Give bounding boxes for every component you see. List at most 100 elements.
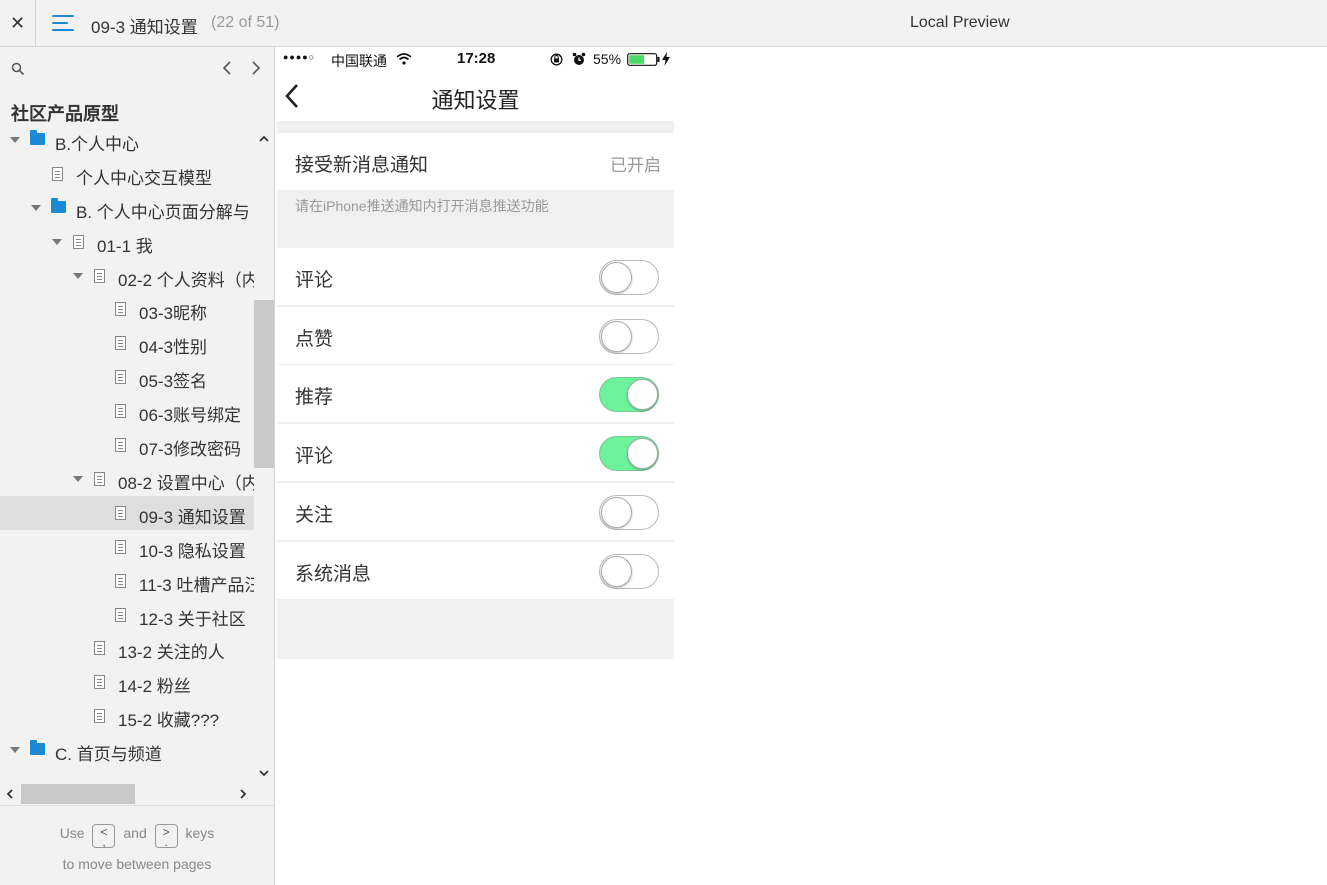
preview-label: Local Preview [910, 14, 1010, 31]
toggle-switch[interactable] [599, 377, 659, 413]
alarm-icon [572, 52, 586, 65]
toggle-switch[interactable] [599, 436, 659, 472]
page-icon [94, 709, 105, 724]
tree-page[interactable]: 05-3签名 [0, 360, 254, 394]
sitemap-sidebar: 社区产品原型 09-3创建群B.个人中心个人中心交互模型B. 个人中心页面分解与… [0, 47, 275, 885]
carrier-name: 中国联通 [331, 53, 387, 69]
tree-page[interactable]: 01-1 我 [0, 225, 254, 259]
push-hint-text: 请在iPhone推送通知内打开消息推送功能 [295, 198, 549, 214]
page-icon [73, 234, 84, 249]
tree-page[interactable]: 07-3修改密码 [0, 428, 254, 462]
page-icon [94, 675, 105, 690]
charging-bolt-icon [662, 52, 670, 66]
tree-item-label: B. 个人中心页面分解与 [76, 202, 250, 222]
toggle-knob [627, 379, 658, 411]
tree-item-label: 04-3性别 [139, 338, 208, 358]
page-icon [115, 302, 126, 317]
battery-icon [627, 53, 660, 66]
phone-preview: ●●●●○ 中国联通 17:28 55% 通知设置 接受新消息通知 已开启 请在… [277, 47, 674, 659]
previous-page-icon[interactable] [220, 59, 234, 77]
tree-item-label: 07-3修改密码 [139, 440, 242, 459]
tree-item-label: 02-2 个人资料（内 [118, 270, 254, 290]
keyboard-help: Use < , and > . keys to move between pag… [0, 805, 274, 885]
help-keys-text: keys [185, 825, 215, 841]
tree-item-label: 08-2 设置中心（内 [118, 473, 254, 493]
folder-icon [51, 197, 66, 213]
tree-item-label: 03-3昵称 [139, 304, 208, 324]
help-and-text: and [123, 825, 147, 841]
receive-notifications-row[interactable]: 接受新消息通知 已开启 [277, 133, 674, 190]
tree-page[interactable]: 06-3账号绑定 [0, 394, 254, 428]
tree-page[interactable]: 13-2 关注的人 [0, 631, 254, 665]
vertical-scrollbar[interactable] [254, 127, 274, 809]
notification-toggle-row: 评论 [277, 424, 674, 482]
tree-item-label: 09-3创建群 [118, 119, 203, 121]
page-icon [94, 641, 105, 656]
expand-toggle-icon[interactable] [73, 272, 83, 279]
sitemap-menu-icon[interactable] [52, 13, 74, 33]
notification-toggle-row: 点赞 [277, 306, 674, 364]
receive-notifications-label: 接受新消息通知 [295, 155, 429, 176]
vertical-scroll-thumb[interactable] [254, 300, 274, 468]
toggle-knob [601, 262, 632, 293]
expand-toggle-icon[interactable] [52, 238, 62, 245]
nav-bar: 通知设置 [277, 71, 674, 121]
folder-icon [30, 129, 45, 145]
tree-folder[interactable]: C. 首页与频道 [0, 733, 254, 767]
horizontal-scroll-thumb[interactable] [21, 784, 135, 804]
notification-toggle-row: 关注 [277, 482, 674, 540]
toggle-switch[interactable] [599, 318, 659, 354]
expand-toggle-icon[interactable] [31, 204, 41, 211]
expand-toggle-icon[interactable] [10, 747, 20, 754]
help-line-2: to move between pages [62, 856, 212, 872]
signal-strength-icon: ●●●●○ [283, 52, 316, 62]
sitemap-tree: 09-3创建群 B.个人中心个人中心交互模型 B. 个人中心页面分解与 01-1 我 0… [0, 119, 254, 784]
wifi-icon [396, 53, 412, 65]
toggle-knob [627, 438, 658, 470]
tree-page[interactable]: 09-3 通知设置 [0, 495, 254, 530]
toggle-knob [601, 555, 632, 587]
expand-toggle-icon[interactable] [73, 475, 83, 482]
next-page-icon[interactable] [249, 59, 263, 77]
notification-toggle-row: 评论 [277, 248, 674, 305]
tree-page[interactable]: 08-2 设置中心（内 [0, 462, 254, 496]
scroll-right-icon[interactable] [237, 788, 249, 800]
tree-item-label: 01-1 我 [97, 236, 153, 256]
close-icon: ✕ [9, 12, 26, 33]
tree-item-label: C. 首页与频道 [55, 745, 162, 765]
toggle-label: 点赞 [295, 328, 334, 350]
tree-item-label: 13-2 关注的人 [118, 643, 225, 663]
toggle-switch[interactable] [599, 260, 659, 295]
expand-toggle-icon[interactable] [10, 136, 20, 143]
tree-page[interactable]: 12-3 关于社区 [0, 598, 254, 632]
tree-page[interactable]: 04-3性别 [0, 326, 254, 360]
tree-page[interactable]: 11-3 吐槽产品汪 [0, 564, 254, 598]
close-button[interactable]: ✕ [0, 0, 36, 46]
tree-folder[interactable]: B. 个人中心页面分解与 [0, 191, 254, 225]
horizontal-scrollbar[interactable] [0, 784, 254, 806]
scroll-up-icon[interactable] [258, 133, 270, 145]
search-icon[interactable] [11, 62, 25, 76]
page-icon [115, 607, 126, 622]
page-icon [115, 438, 126, 452]
toggle-label: 推荐 [295, 387, 334, 409]
tree-page[interactable]: 个人中心交互模型 [0, 157, 254, 191]
tree-item-label: 05-3签名 [139, 372, 208, 392]
page-icon [94, 268, 105, 283]
tree-page[interactable]: 02-2 个人资料（内 [0, 259, 254, 293]
tree-page[interactable]: 15-2 收藏??? [0, 699, 254, 733]
tree-page[interactable]: 14-2 粉丝 [0, 665, 254, 699]
toggle-switch[interactable] [599, 494, 659, 530]
page-icon [94, 471, 105, 486]
tree-folder[interactable]: B.个人中心 [0, 123, 254, 157]
tree-item-label: 个人中心交互模型 [76, 168, 212, 188]
toggle-switch[interactable] [599, 553, 659, 589]
notification-toggle-row: 系统消息 [277, 541, 674, 599]
scroll-left-icon[interactable] [4, 788, 16, 800]
toggle-knob [601, 320, 632, 352]
tree-page[interactable]: 03-3昵称 [0, 292, 254, 326]
scroll-down-icon[interactable] [258, 767, 270, 779]
tree-item-label: 09-3 通知设置 [139, 507, 246, 527]
page-icon [115, 370, 126, 385]
tree-page[interactable]: 10-3 隐私设置 [0, 530, 254, 564]
